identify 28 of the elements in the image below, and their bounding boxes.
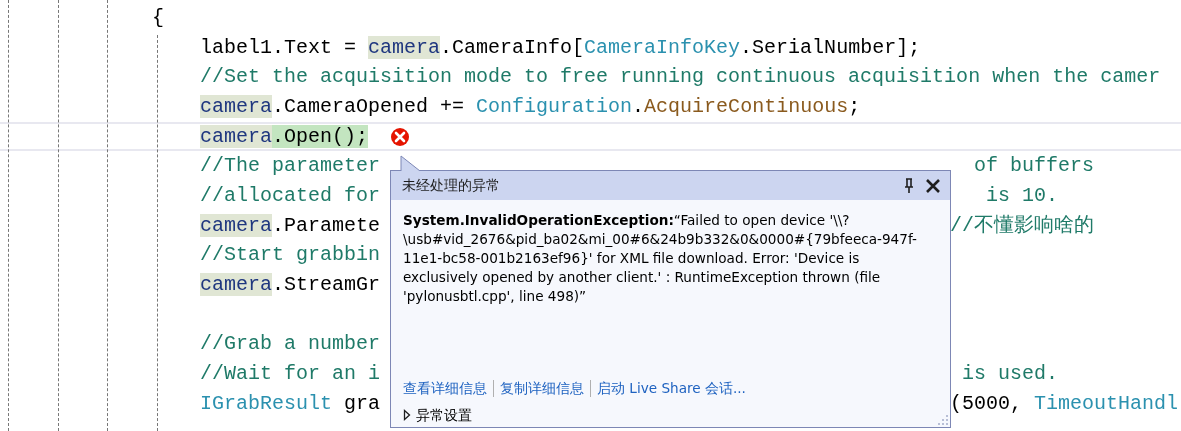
pin-icon[interactable] <box>904 177 914 194</box>
code-line: //Set the acquisition mode to free running continuous acquisition when the camer <box>200 65 1161 89</box>
code-line: { <box>152 5 164 29</box>
code-line: //Start grabbin <box>200 243 381 267</box>
code-line: //Wait for an i <box>200 362 381 386</box>
caret-icon <box>403 408 411 421</box>
resize-grip-icon[interactable] <box>936 413 948 425</box>
popup-title: 未经处理的异常 <box>402 176 501 196</box>
popup-link[interactable]: 启动 Live Share 会话... <box>597 378 746 399</box>
code-line: camera.Paramete <box>200 213 381 237</box>
exception-settings-toggle[interactable]: 异常设置 <box>403 404 472 425</box>
exception-message: System.InvalidOperationException:“Failed to open device '\\?\usb#vid_2676&pid_ba02&mi_00#6&24b9b332&0&0000#{79bfeeca-947f-11e1-bc58-001b2163ef96}' for XML file download. Error: 'Device is exclusively opened by another client.' : RuntimeException thrown (file 'pylonusbtl.cpp', line 498)” <box>402 211 918 306</box>
code-line: (5000, TimeoutHandl <box>950 390 1179 417</box>
code-line: is used. <box>961 361 1059 388</box>
code-line: camera.Open(); <box>200 124 369 148</box>
code-line: of buffers <box>973 153 1095 180</box>
code-line: camera.CameraOpened += Configuration.AcquireContinuous; <box>200 94 861 118</box>
code-line: label1.Text = camera.CameraInfo[CameraInfoKey.SerialNumber]; <box>200 35 921 59</box>
error-icon[interactable] <box>390 126 411 147</box>
popup-link[interactable]: 复制详细信息 <box>500 378 584 399</box>
code-line: //The parameter <box>200 154 381 178</box>
code-line: is 10. <box>985 182 1059 209</box>
popup-link[interactable]: 查看详细信息 <box>403 378 487 399</box>
code-line: camera.StreamGr <box>200 273 381 297</box>
code-line: //不懂影响啥的 <box>950 212 1094 239</box>
code-line: //Grab a number <box>200 332 381 356</box>
code-line: //allocated for <box>200 183 381 207</box>
code-line: IGrabResult gra <box>200 391 381 415</box>
